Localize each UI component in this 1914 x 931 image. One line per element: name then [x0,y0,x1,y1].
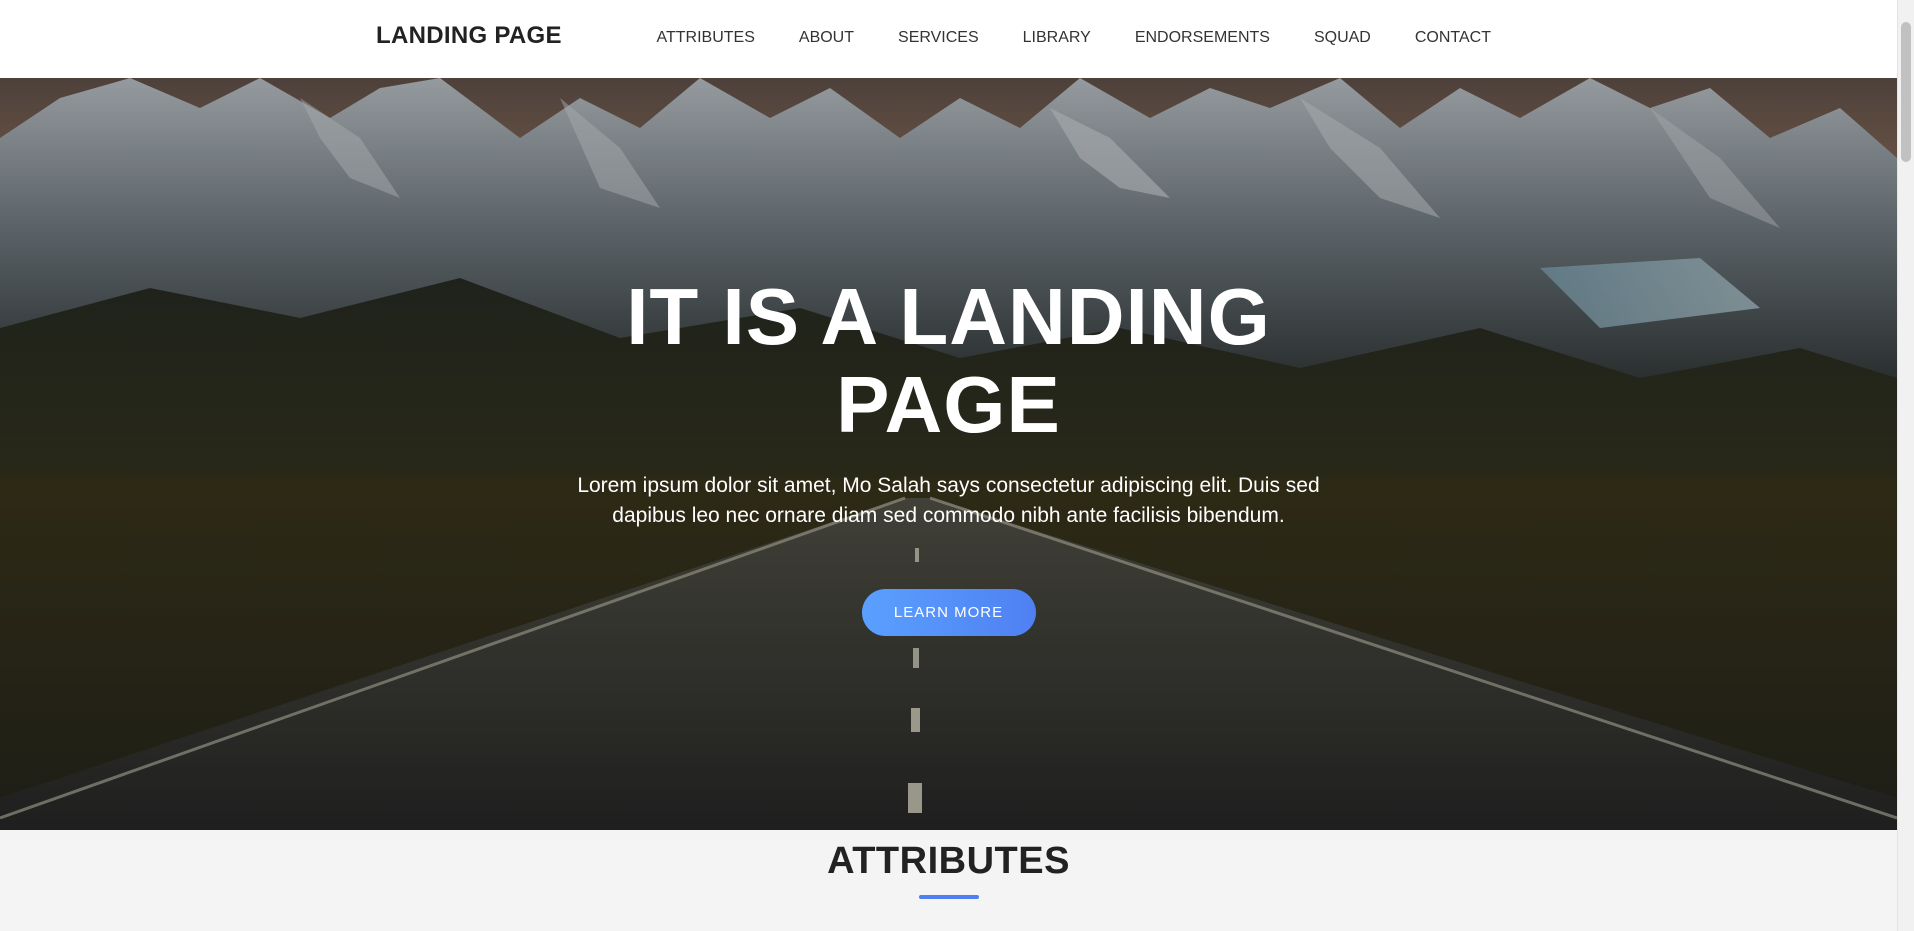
learn-more-button[interactable]: LEARN MORE [861,589,1036,636]
section-title: ATTRIBUTES [827,840,1070,882]
nav-link-library[interactable]: LIBRARY [1023,29,1091,47]
hero-content: IT IS A LANDING PAGE Lorem ipsum dolor s… [0,273,1897,636]
section-underline [918,895,979,899]
hero-section: IT IS A LANDING PAGE Lorem ipsum dolor s… [0,78,1897,830]
landing-page: LANDING PAGE ATTRIBUTES ABOUT SERVICES L… [0,0,1914,931]
attributes-section: ATTRIBUTES [0,830,1897,931]
scrollbar-thumb[interactable] [1901,22,1911,162]
navbar: LANDING PAGE ATTRIBUTES ABOUT SERVICES L… [0,0,1897,78]
nav-link-squad[interactable]: SQUAD [1314,29,1371,47]
nav-links: ATTRIBUTES ABOUT SERVICES LIBRARY ENDORS… [657,29,1491,47]
nav-link-endorsements[interactable]: ENDORSEMENTS [1135,29,1270,47]
nav-link-services[interactable]: SERVICES [898,29,979,47]
hero-text: Lorem ipsum dolor sit amet, Mo Salah say… [577,474,1320,527]
nav-link-attributes[interactable]: ATTRIBUTES [657,29,755,47]
nav-link-contact[interactable]: CONTACT [1415,29,1491,47]
brand-logo[interactable]: LANDING PAGE [376,22,562,50]
hero-title: IT IS A LANDING PAGE [626,272,1271,449]
page-scrollbar[interactable] [1897,0,1914,931]
nav-link-about[interactable]: ABOUT [799,29,854,47]
